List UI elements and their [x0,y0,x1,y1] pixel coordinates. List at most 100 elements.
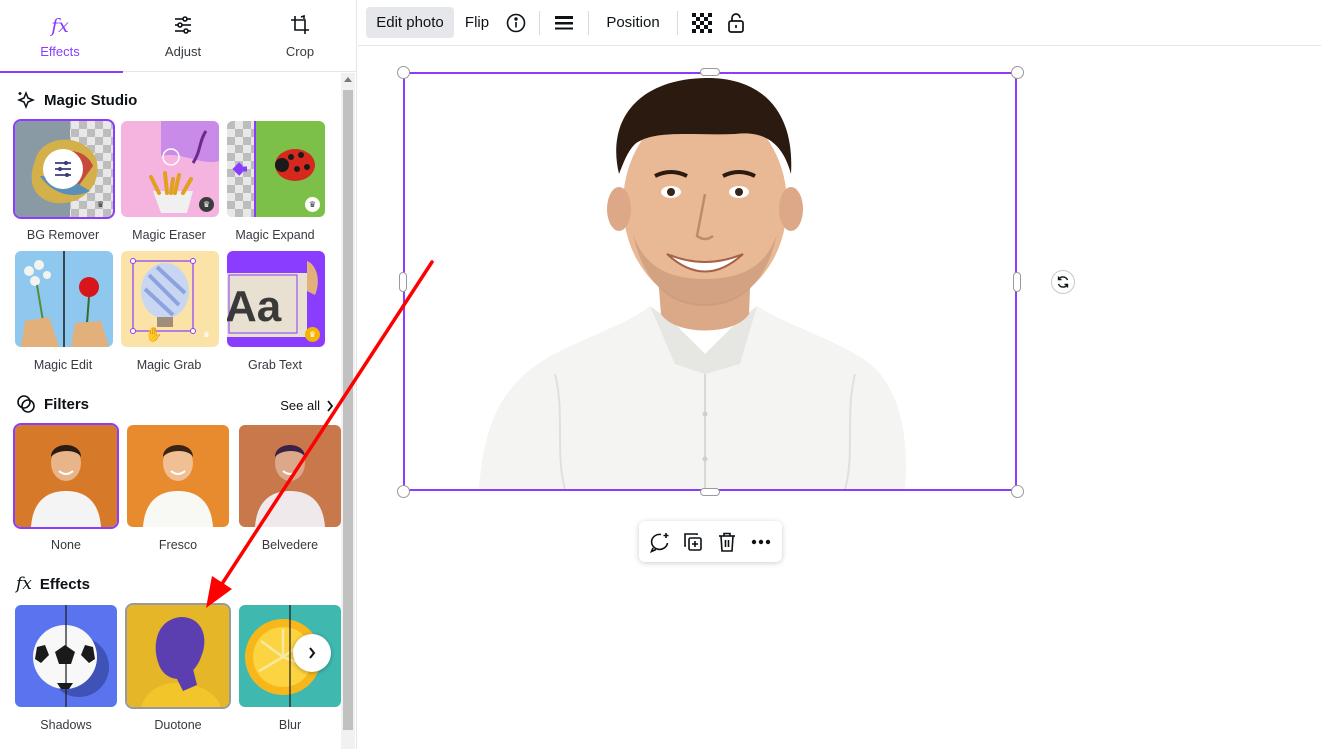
sparkle-icon [16,90,36,110]
crown-icon: ♛ [199,197,214,212]
rotate-icon [1057,276,1069,288]
position-label: Position [606,14,660,31]
fx-icon: fx [16,574,32,594]
resize-handle-left[interactable] [399,272,407,292]
tile-label: Fresco [158,538,198,552]
toolbar-divider [539,11,540,35]
rotate-button[interactable] [1051,270,1075,294]
tile-label: Magic Grab [136,358,202,372]
duplicate-button[interactable] [680,529,706,555]
tile-label: Magic Eraser [132,228,206,242]
crown-icon: ♛ [96,200,105,209]
more-icon [751,539,771,545]
see-all-label: See all [280,398,320,413]
magic-edit-thumbnail [15,251,113,347]
resize-handle-bottom[interactable] [700,488,720,496]
filters-header: Filters [16,392,89,416]
grab-text-tile[interactable]: Aa ♛ [227,251,325,347]
lock-button[interactable] [722,7,750,38]
flip-label: Flip [464,14,490,31]
filter-fresco-tile[interactable] [127,425,229,527]
filters-see-all-link[interactable]: See all [280,398,334,413]
crown-icon: ♛ [305,327,320,342]
bg-remover-tile[interactable]: ♛ [13,119,115,219]
tile-label: Blur [278,718,302,732]
tile-label: Magic Expand [235,228,315,242]
edit-photo-label: Edit photo [376,14,444,31]
filter-none-tile[interactable] [13,423,119,529]
panel-scrollbar[interactable] [341,73,355,749]
tab-effects[interactable]: fx Effects [0,0,123,73]
toolbar-divider [677,11,678,35]
effect-shadows-tile[interactable] [15,605,117,707]
transparency-button[interactable] [688,7,716,38]
panel-tabs: fx Effects Adjust Crop [0,0,360,73]
effects-title: Effects [39,575,90,593]
tile-label: Shadows [40,718,92,732]
edit-photo-button[interactable]: Edit photo [366,7,454,38]
tile-label: Belvedere [261,538,319,552]
grab-text-sample: Aa [227,282,282,331]
magic-grab-tile[interactable]: ✋ ♛ [121,251,219,347]
side-panel: fx Effects Adjust Crop Magic Studio ♛ BG… [0,0,357,749]
border-weight-icon [555,15,573,29]
add-comment-button[interactable] [647,529,673,555]
selected-photo[interactable] [403,72,1017,491]
magic-studio-title: Magic Studio [44,91,138,109]
effects-header: fx Effects [16,572,90,596]
unlock-icon [728,12,744,33]
comment-add-icon [649,533,669,553]
filter-belvedere-tile[interactable] [239,425,341,527]
more-options-button[interactable] [748,529,774,555]
info-icon [506,13,526,32]
delete-button[interactable] [714,529,740,555]
resize-handle-top[interactable] [700,68,720,76]
element-context-menu [639,521,782,562]
magic-studio-header: Magic Studio [16,88,137,112]
tab-label: Crop [285,44,315,59]
chevron-right-icon [309,647,316,659]
info-button[interactable] [502,7,530,38]
effect-shadows-thumbnail [15,605,117,707]
effect-duotone-thumbnail [127,605,229,707]
position-button[interactable]: Position [598,7,668,38]
transparency-icon [692,12,712,33]
resize-handle-bottom-right[interactable] [1011,485,1024,498]
fx-icon: fx [51,15,69,37]
tab-adjust[interactable]: Adjust [123,0,243,72]
resize-handle-bottom-left[interactable] [397,485,410,498]
magic-eraser-tile[interactable]: ♛ [121,121,219,217]
tile-label: BG Remover [26,228,100,242]
tile-label: Magic Edit [33,358,93,372]
tile-label: None [51,538,81,552]
tile-label: Duotone [154,718,202,732]
resize-handle-top-left[interactable] [397,66,410,79]
tab-crop[interactable]: Crop [240,0,360,72]
tile-label: Grab Text [248,358,302,372]
crop-icon [291,14,309,34]
crown-icon: ♛ [305,197,320,212]
resize-handle-right[interactable] [1013,272,1021,292]
border-style-button[interactable] [550,7,578,38]
tab-label: Adjust [164,44,202,59]
context-toolbar: Edit photo Flip Position [358,0,1321,46]
magic-expand-tile[interactable]: ♛ [227,121,325,217]
filter-none-thumbnail [15,425,117,527]
tab-label: Effects [40,44,80,59]
flip-button[interactable]: Flip [458,7,496,38]
carousel-next-button[interactable] [293,634,331,672]
trash-icon [719,532,735,552]
filter-fresco-thumbnail [127,425,229,527]
scrollbar-thumb[interactable] [343,90,353,730]
portrait-photo [405,74,1015,489]
chevron-right-icon [327,399,334,412]
crown-icon: ♛ [202,330,211,339]
magic-edit-tile[interactable] [15,251,113,347]
sliders-icon [175,16,191,34]
filters-icon [17,395,35,413]
scroll-up-icon[interactable] [344,77,352,82]
effect-duotone-tile[interactable] [125,603,231,709]
svg-text:✋: ✋ [145,326,162,342]
resize-handle-top-right[interactable] [1011,66,1024,79]
duplicate-icon [684,533,702,551]
